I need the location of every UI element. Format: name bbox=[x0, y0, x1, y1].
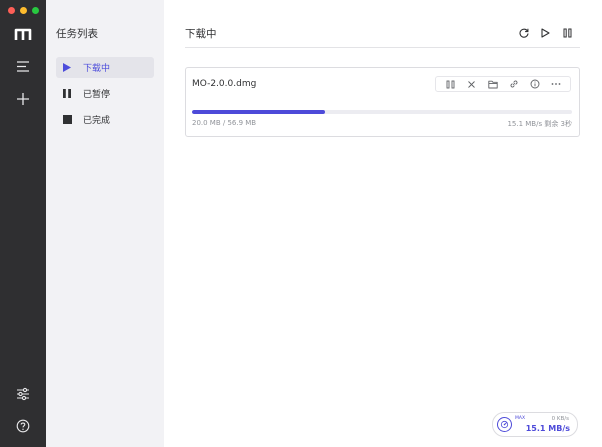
close-icon[interactable] bbox=[466, 78, 478, 90]
main-panel: 下载中 MO-2.0.0.dmg 20.0 MB / 56.9 MB 15.1 … bbox=[164, 0, 602, 447]
download-speed: 15.1 MB/s bbox=[525, 424, 570, 433]
help-icon[interactable] bbox=[11, 414, 35, 438]
maximize-window-button[interactable] bbox=[32, 7, 39, 14]
speedometer[interactable]: MAX 0 KB/s 15.1 MB/s bbox=[492, 412, 578, 437]
sidebar-item-label: 已暂停 bbox=[83, 90, 111, 100]
preferences-sliders-icon[interactable] bbox=[11, 382, 35, 406]
task-progress-bar bbox=[192, 110, 572, 114]
sidebar-title: 任务列表 bbox=[56, 28, 98, 40]
add-task-icon[interactable] bbox=[11, 87, 35, 111]
task-sidebar: 任务列表 下载中 已暂停 已完成 bbox=[46, 0, 164, 447]
task-file-name: MO-2.0.0.dmg bbox=[192, 79, 257, 89]
play-icon bbox=[61, 62, 73, 74]
sidebar-item-label: 下载中 bbox=[83, 64, 111, 74]
pause-icon[interactable] bbox=[445, 78, 457, 90]
refresh-icon[interactable] bbox=[517, 26, 530, 39]
app-logo-icon bbox=[11, 22, 35, 46]
pause-icon bbox=[61, 88, 73, 100]
upload-speed: 0 KB/s bbox=[551, 416, 569, 422]
sidebar-item-active[interactable]: 下载中 bbox=[56, 57, 154, 78]
pause-all-button[interactable] bbox=[561, 26, 574, 39]
task-speed-text: 15.1 MB/s 剩余 3秒 bbox=[507, 120, 572, 128]
task-progress-fill bbox=[192, 110, 325, 114]
folder-icon[interactable] bbox=[487, 78, 499, 90]
task-item[interactable]: MO-2.0.0.dmg 20.0 MB / 56.9 MB 15.1 MB/s… bbox=[185, 67, 580, 137]
task-size-text: 20.0 MB / 56.9 MB bbox=[192, 119, 257, 127]
page-title: 下载中 bbox=[185, 28, 217, 40]
speed-dial-icon bbox=[497, 417, 512, 432]
sidebar-item-label: 已完成 bbox=[83, 116, 111, 126]
speed-max-label: MAX bbox=[515, 416, 526, 421]
info-icon[interactable] bbox=[529, 78, 541, 90]
link-icon[interactable] bbox=[508, 78, 520, 90]
resume-all-button[interactable] bbox=[539, 26, 552, 39]
sidebar-item-paused[interactable]: 已暂停 bbox=[56, 83, 154, 104]
more-icon[interactable] bbox=[550, 78, 562, 90]
header-actions bbox=[517, 26, 574, 39]
close-window-button[interactable] bbox=[8, 7, 15, 14]
app-rail bbox=[0, 0, 46, 447]
task-toolbar bbox=[435, 76, 571, 92]
sidebar-item-completed[interactable]: 已完成 bbox=[56, 109, 154, 130]
minimize-window-button[interactable] bbox=[20, 7, 27, 14]
stop-square-icon bbox=[61, 114, 73, 126]
task-list-menu-icon[interactable] bbox=[11, 54, 35, 78]
header-divider bbox=[185, 47, 580, 48]
